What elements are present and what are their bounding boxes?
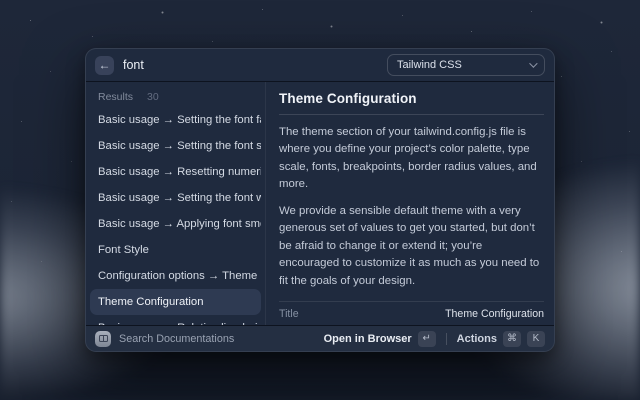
app-name: Search Documentations bbox=[119, 333, 316, 345]
result-item-label: Basic usage → Setting the font weight bbox=[98, 192, 261, 204]
documentation-source-dropdown[interactable]: Tailwind CSS bbox=[387, 54, 545, 76]
result-item[interactable]: Basic usage → Setting the font family bbox=[90, 107, 261, 133]
result-item-label: Basic usage → Resetting numeric fo... bbox=[98, 166, 261, 178]
result-item-label: Theme Configuration bbox=[98, 296, 204, 308]
results-header: Results 30 bbox=[86, 86, 265, 107]
status-bar: Search Documentations Open in Browser ↵ … bbox=[86, 325, 554, 351]
statusbar-divider bbox=[446, 333, 447, 345]
title-divider bbox=[279, 114, 544, 115]
k-key-icon: K bbox=[527, 331, 545, 347]
result-item[interactable]: Basic usage → Setting the font weight bbox=[90, 185, 261, 211]
window-topbar: ← Tailwind CSS bbox=[86, 49, 554, 82]
meta-value: Theme Configuration bbox=[445, 308, 544, 320]
result-item-label: Configuration options → Theme bbox=[98, 270, 257, 282]
metadata-table: Title Theme Configuration Language en Sc… bbox=[279, 305, 544, 325]
chevron-down-icon bbox=[529, 59, 537, 67]
main-content: Results 30 Basic usage → Setting the fon… bbox=[86, 82, 554, 325]
result-item[interactable]: Basic usage → Relative line-heights bbox=[90, 315, 261, 325]
meta-label: Title bbox=[279, 308, 299, 320]
search-documentations-window: ← Tailwind CSS Results 30 Basic usage → … bbox=[85, 48, 555, 352]
dropdown-selected-label: Tailwind CSS bbox=[397, 59, 462, 71]
docs-book-icon bbox=[95, 331, 111, 347]
results-sidebar: Results 30 Basic usage → Setting the fon… bbox=[86, 82, 266, 325]
actions-button[interactable]: Actions ⌘ K bbox=[457, 331, 545, 347]
detail-panel: Theme Configuration The theme section of… bbox=[266, 82, 554, 325]
detail-paragraph: We provide a sensible default theme with… bbox=[279, 203, 544, 290]
result-item[interactable]: Basic usage → Resetting numeric fo... bbox=[90, 159, 261, 185]
back-button[interactable]: ← bbox=[95, 56, 114, 75]
detail-paragraph: The theme section of your tailwind.confi… bbox=[279, 124, 544, 194]
back-arrow-icon: ← bbox=[99, 58, 111, 72]
result-item[interactable]: Font Style bbox=[90, 237, 261, 263]
results-count: 30 bbox=[147, 91, 159, 103]
open-in-browser-label: Open in Browser bbox=[324, 333, 412, 345]
result-item[interactable]: Configuration options → Theme bbox=[90, 263, 261, 289]
command-key-icon: ⌘ bbox=[503, 331, 521, 347]
result-item[interactable]: Basic usage → Setting the font size bbox=[90, 133, 261, 159]
results-label: Results bbox=[98, 91, 133, 103]
result-item-label: Basic usage → Setting the font family bbox=[98, 114, 261, 126]
result-item-selected[interactable]: Theme Configuration bbox=[90, 289, 261, 315]
open-in-browser-button[interactable]: Open in Browser ↵ bbox=[324, 331, 436, 347]
result-item-label: Basic usage → Setting the font size bbox=[98, 140, 261, 152]
metadata-divider bbox=[279, 301, 544, 302]
result-item-label: Basic usage → Applying font smooth... bbox=[98, 218, 261, 230]
actions-label: Actions bbox=[457, 333, 497, 345]
result-item-label: Font Style bbox=[98, 244, 149, 256]
meta-row-title: Title Theme Configuration bbox=[279, 305, 544, 324]
search-input[interactable] bbox=[123, 58, 387, 72]
result-item[interactable]: Basic usage → Applying font smooth... bbox=[90, 211, 261, 237]
detail-title: Theme Configuration bbox=[279, 91, 544, 106]
wallpaper-stars bbox=[0, 0, 1, 1]
return-key-icon: ↵ bbox=[418, 331, 436, 347]
